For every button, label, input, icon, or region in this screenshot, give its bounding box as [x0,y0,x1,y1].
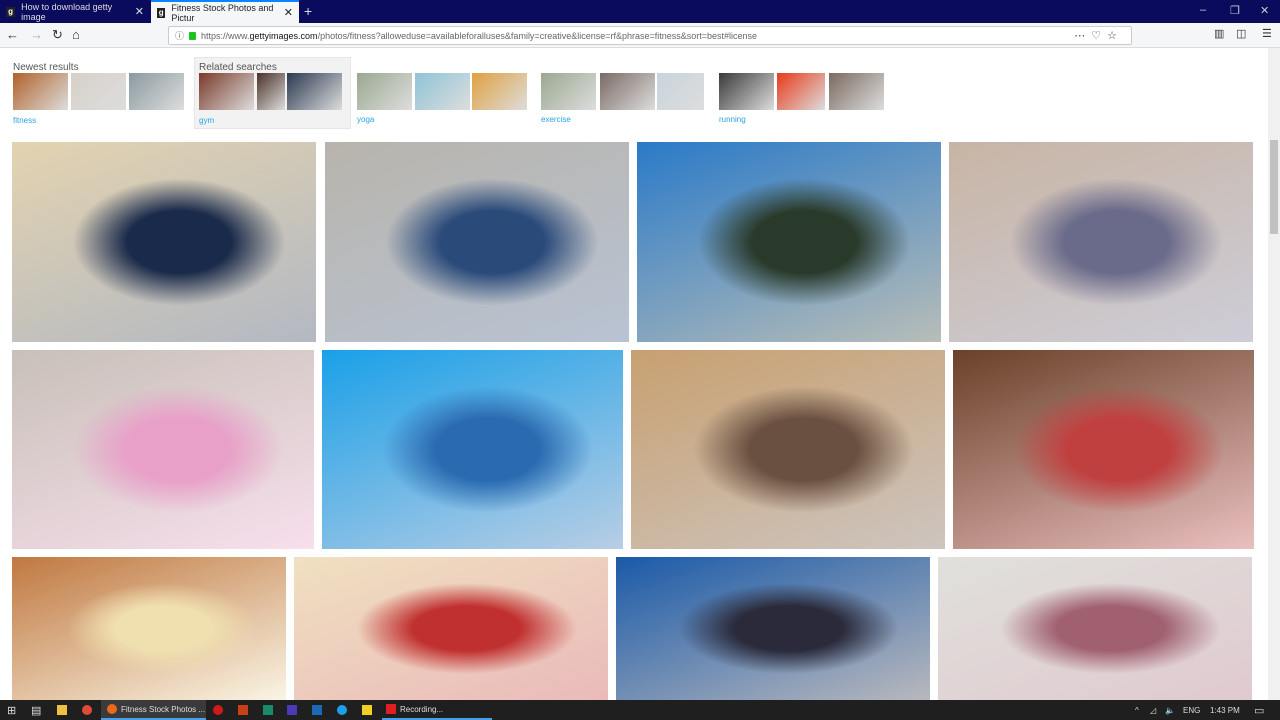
related-search-link-yoga[interactable]: yoga [357,115,374,124]
home-icon[interactable]: ⌂ [72,27,80,42]
related-search-link-running[interactable]: running [719,115,746,124]
stock-photo[interactable] [938,557,1252,700]
taskbar: ⊞ ▤ Fitness Stock Photos ... Recording..… [0,700,1280,720]
firefox-icon [107,704,117,714]
photoshop-icon[interactable] [312,705,322,715]
search-thumbnail[interactable] [415,73,470,110]
taskbar-label: Fitness Stock Photos ... [121,704,206,714]
tab-title: How to download getty image [21,1,113,22]
stock-photo[interactable] [631,350,945,549]
after-effects-icon[interactable] [287,705,297,715]
clock[interactable]: 1:43 PM [1210,700,1240,720]
language-indicator[interactable]: ENG [1183,700,1200,720]
search-thumbnail[interactable] [257,73,285,110]
skype-icon[interactable] [337,705,347,715]
tray-up-icon[interactable]: ^ [1135,700,1139,720]
file-explorer-icon[interactable] [57,705,67,715]
dreamweaver-icon[interactable] [263,705,273,715]
more-icon[interactable]: ⋯ [1074,30,1091,42]
restore-icon[interactable]: ❐ [1230,4,1240,17]
url-text: https://www.gettyimages.com/photos/fitne… [201,30,758,41]
sticky-notes-icon[interactable] [362,705,372,715]
search-thumbnail[interactable] [829,73,884,110]
recorder-icon [386,704,396,714]
stock-photo[interactable] [12,557,286,700]
volume-icon[interactable]: 🔈 [1165,700,1175,720]
url-bar[interactable]: ⓘ https://www.gettyimages.com/photos/fit… [168,26,1132,45]
related-searches-label: Related searches [199,62,277,73]
search-thumbnail[interactable] [199,73,254,110]
task-view-icon[interactable]: ▤ [31,700,41,720]
close-window-icon[interactable]: ✕ [1260,4,1269,17]
search-thumbnail[interactable] [777,73,825,110]
stock-photo[interactable] [12,350,314,549]
back-icon[interactable]: ← [6,27,19,42]
url-actions: ⋯♡☆ [1074,29,1123,42]
search-thumbnail[interactable] [719,73,774,110]
reload-icon[interactable]: ↻ [52,27,63,43]
related-search-link-exercise[interactable]: exercise [541,115,571,124]
tab-fitness-stock-photos[interactable]: g Fitness Stock Photos and Pictur ✕ [151,0,299,23]
scrollbar-thumb[interactable] [1270,140,1278,234]
tab-title: Fitness Stock Photos and Pictur [171,2,274,23]
windows-start-icon[interactable]: ⊞ [7,700,16,720]
lock-icon [189,31,197,40]
bookmark-star-icon[interactable]: ☆ [1107,30,1123,42]
search-thumbnail[interactable] [71,73,126,110]
related-search-link-gym[interactable]: gym [199,116,214,125]
newest-results-label: Newest results [13,62,79,73]
library-icon[interactable]: ▥ [1214,27,1224,40]
search-thumbnail[interactable] [129,73,184,110]
info-icon[interactable]: ⓘ [175,29,184,42]
search-thumbnail[interactable] [287,73,342,110]
search-thumbnail[interactable] [657,73,704,110]
pocket-icon[interactable]: ♡ [1091,30,1107,42]
taskbar-recording[interactable]: Recording... [382,700,492,720]
stock-photo[interactable] [325,142,629,342]
forward-icon[interactable]: → [30,27,43,42]
scrollbar[interactable] [1268,48,1280,700]
tab-how-to-download[interactable]: g How to download getty image ✕ [0,0,150,23]
getty-favicon-icon: g [6,6,16,17]
notifications-icon[interactable]: ▭ [1254,700,1264,720]
tab-bar: g How to download getty image ✕ g Fitness S… [0,0,1280,23]
illustrator-icon[interactable] [238,705,248,715]
minimize-icon[interactable]: – [1200,4,1206,16]
stock-photo[interactable] [949,142,1253,342]
stock-photo[interactable] [12,142,316,342]
sidebar-icon[interactable]: ◫ [1236,27,1246,40]
network-icon[interactable]: ◿ [1150,700,1156,720]
related-search-link-fitness[interactable]: fitness [13,116,36,125]
stock-photo[interactable] [616,557,930,700]
close-tab-icon[interactable]: ✕ [284,6,293,19]
menu-icon[interactable]: ☰ [1262,27,1272,40]
search-thumbnail[interactable] [541,73,596,110]
stock-photo[interactable] [637,142,941,342]
taskbar-label: Recording... [400,704,444,714]
search-thumbnail[interactable] [13,73,68,110]
stock-photo[interactable] [953,350,1254,549]
new-tab-icon[interactable]: + [304,3,312,19]
taskbar-firefox[interactable]: Fitness Stock Photos ... [101,700,206,720]
getty-favicon-icon: g [157,7,166,18]
close-tab-icon[interactable]: ✕ [135,5,144,18]
search-thumbnail[interactable] [600,73,655,110]
opera-icon[interactable] [213,705,223,715]
stock-photo[interactable] [322,350,623,549]
search-thumbnail[interactable] [357,73,412,110]
search-thumbnail[interactable] [472,73,527,110]
stock-photo[interactable] [294,557,608,700]
nav-bar: ← → ↻ ⌂ ⓘ https://www.gettyimages.com/ph… [0,23,1280,48]
chrome-icon[interactable] [82,705,92,715]
